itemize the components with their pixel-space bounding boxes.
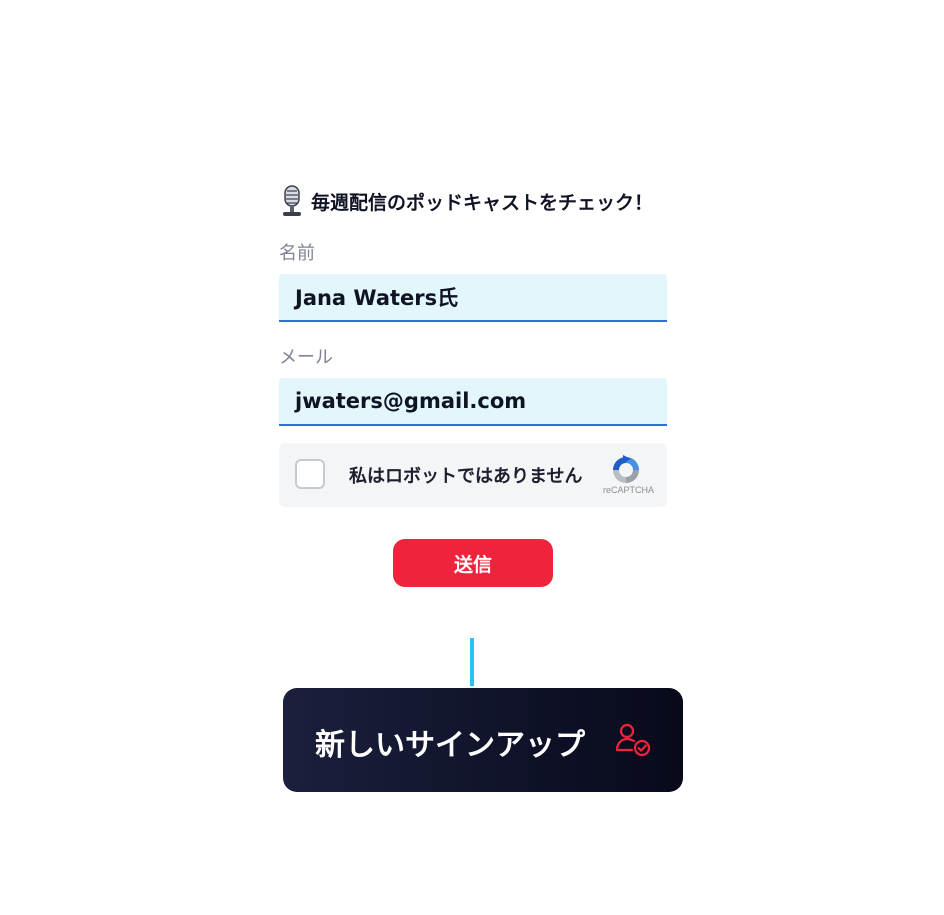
card-title: 新しいサインアップ — [315, 728, 585, 763]
new-signup-card: 新しいサインアップ — [283, 688, 683, 792]
captcha-brand: reCAPTCHA — [603, 485, 655, 495]
name-field[interactable]: Jana Waters氏 — [279, 274, 667, 322]
signup-form: 毎週配信のポッドキャストをチェック！ 名前 Jana Waters氏 メール j… — [279, 180, 667, 507]
heading-text: 毎週配信のポッドキャストをチェック！ — [311, 191, 654, 214]
submit-button[interactable]: 送信 — [393, 539, 553, 587]
email-label: メール — [279, 347, 333, 368]
captcha-checkbox[interactable] — [295, 459, 325, 489]
name-label: 名前 — [279, 243, 315, 264]
form-heading: 毎週配信のポッドキャストをチェック！ — [279, 180, 667, 222]
captcha-label: 私はロボットではありません — [349, 466, 583, 487]
connector-line — [470, 638, 474, 686]
email-field[interactable]: jwaters@gmail.com — [279, 378, 667, 426]
user-check-icon — [615, 723, 651, 757]
recaptcha-icon — [613, 455, 639, 483]
microphone-icon — [283, 185, 301, 216]
recaptcha-widget: 私はロボットではありません reCAPTCHA — [279, 443, 667, 507]
